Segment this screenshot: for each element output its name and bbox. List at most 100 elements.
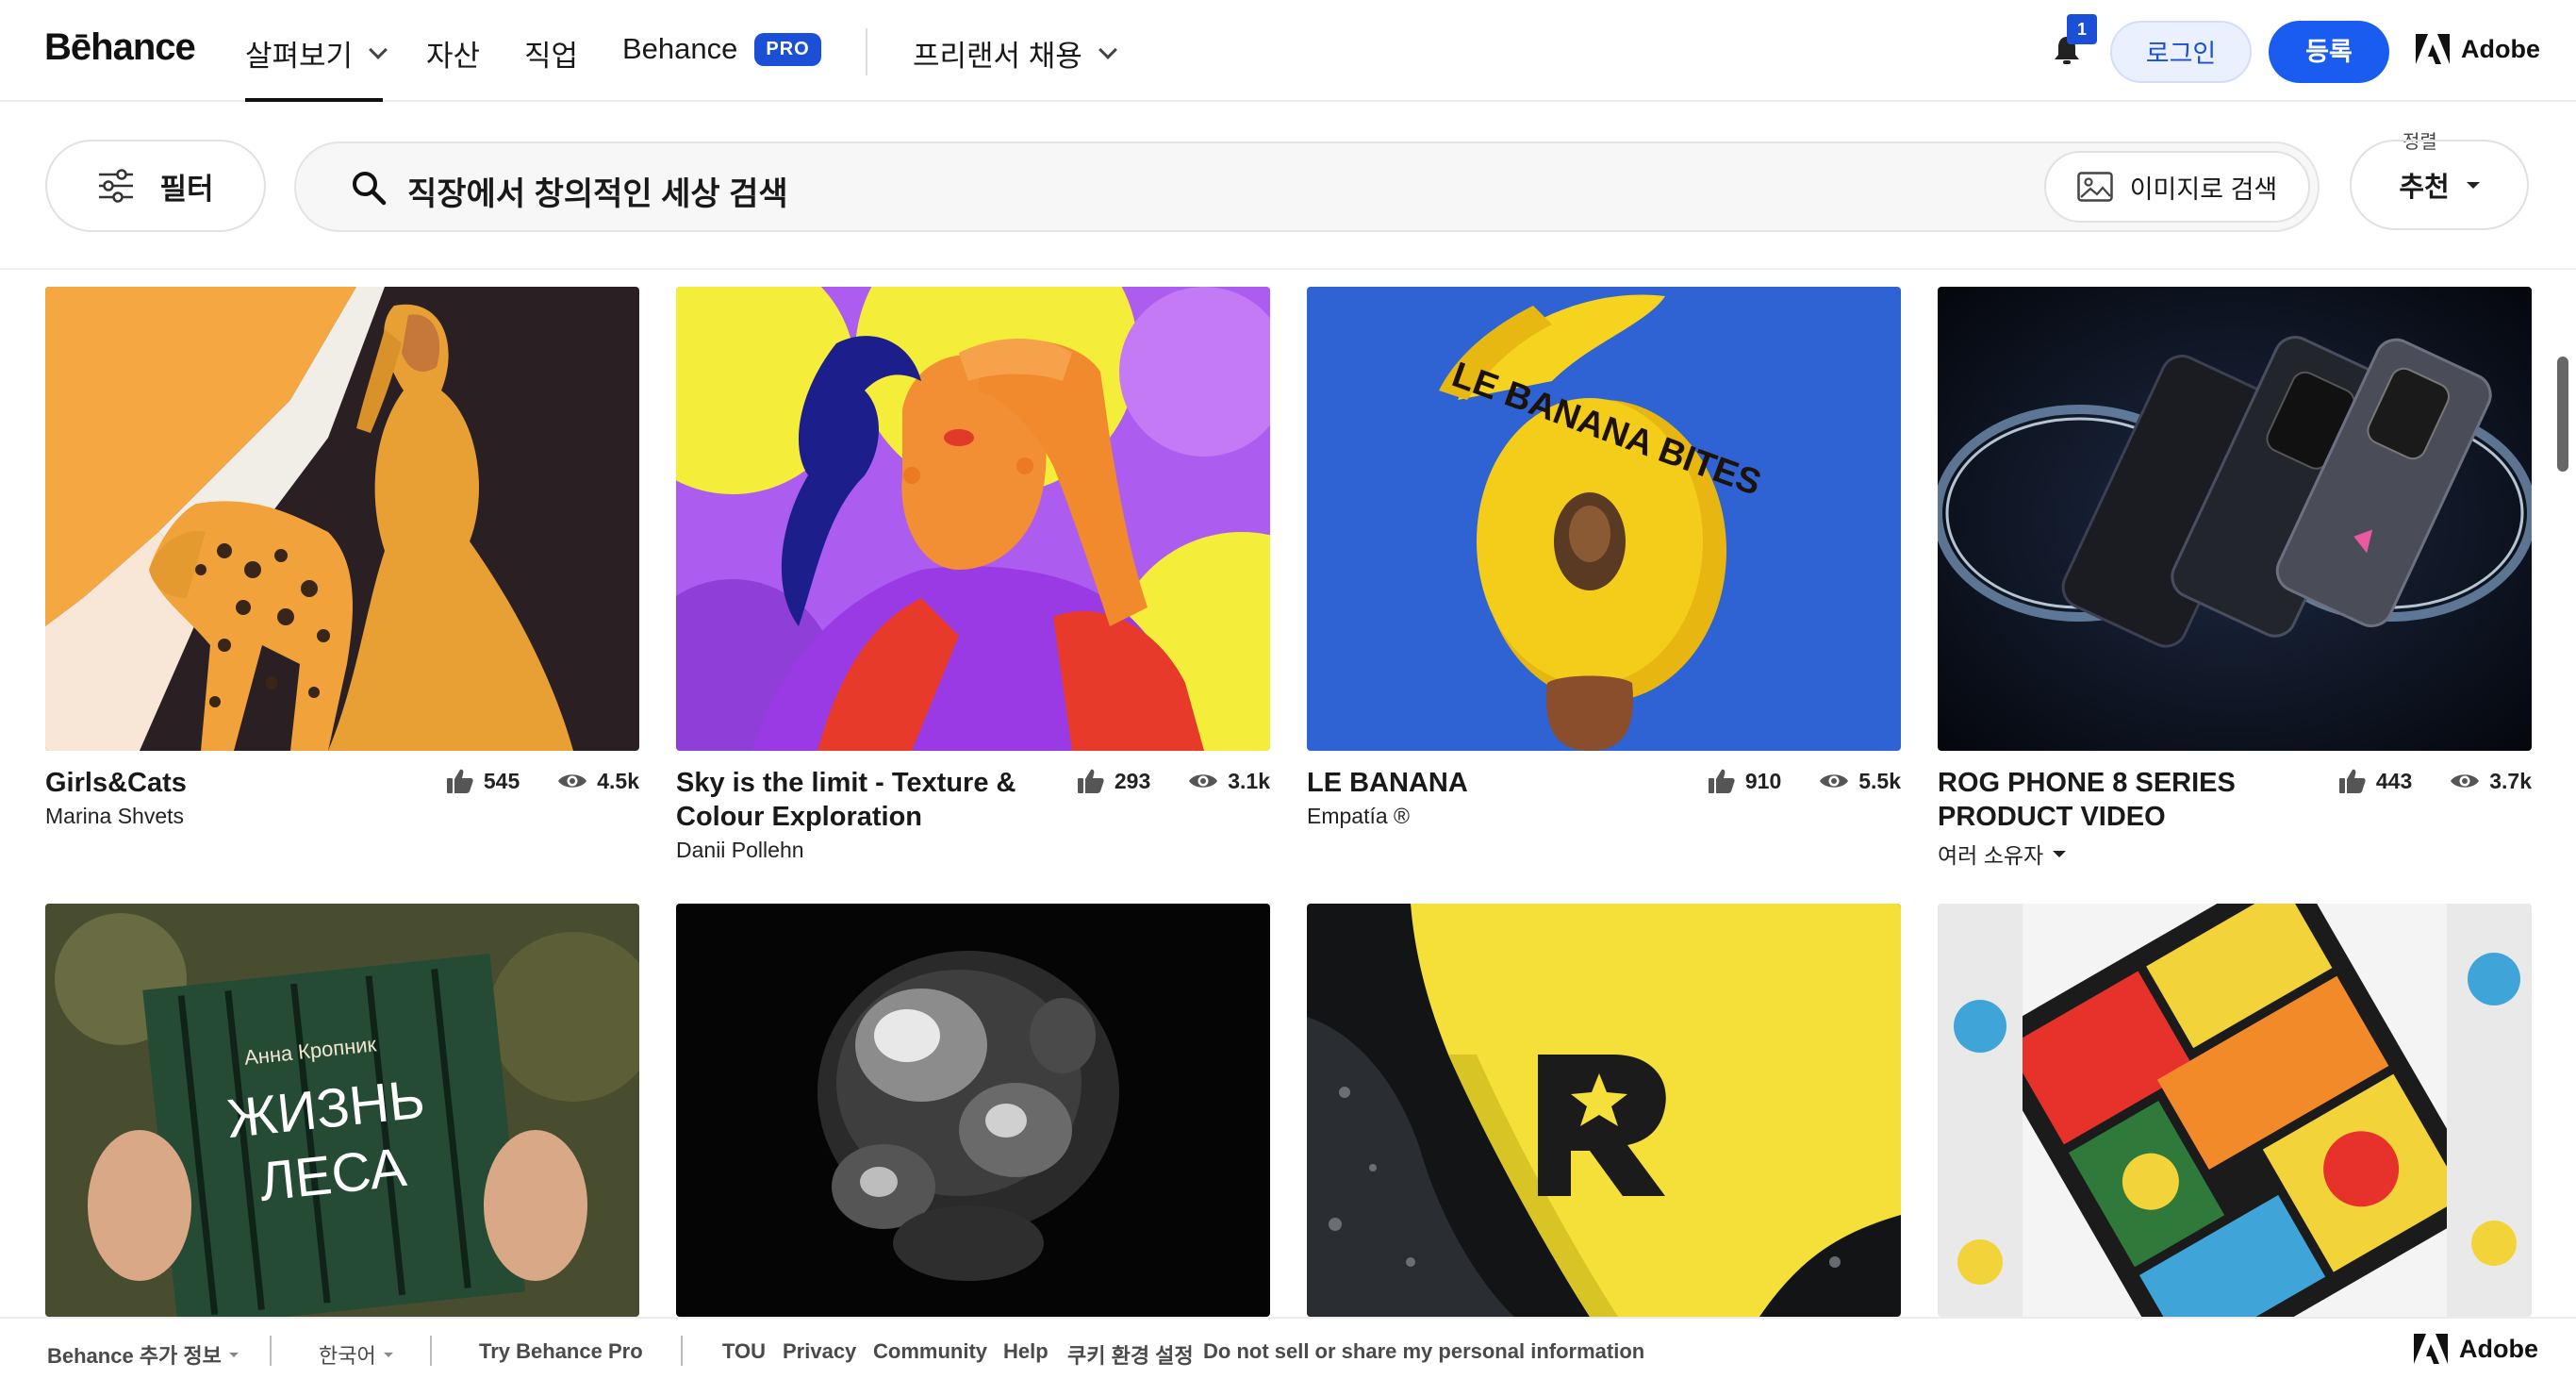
project-card[interactable]: Girls&Cats Marina Shvets 545 4.5k	[45, 287, 639, 828]
caret-down-icon	[229, 1352, 239, 1357]
footer-help-link[interactable]: Help	[1003, 1339, 1049, 1364]
footer-cookie-link[interactable]: 쿠키 환경 설정	[1067, 1339, 1194, 1370]
nav-behance-pro[interactable]: Behance PRO	[622, 32, 821, 66]
project-stats: 910 5.5k	[1708, 768, 1901, 794]
filter-label: 필터	[159, 172, 214, 206]
pro-badge: PRO	[754, 32, 821, 66]
notification-count-badge: 1	[2067, 14, 2097, 44]
nav-hire-freelancers[interactable]: 프리랜서 채용	[913, 32, 1117, 75]
behance-logo[interactable]: Bēhance	[44, 26, 196, 69]
footer-language-select[interactable]: 한국어	[319, 1339, 395, 1370]
footer-more-info[interactable]: Behance 추가 정보	[47, 1339, 240, 1370]
caret-down-icon	[2053, 850, 2067, 857]
le-banana-artwork: LE BANANA BITES	[1307, 287, 1901, 751]
project-thumbnail[interactable]	[1938, 287, 2532, 751]
nav-jobs[interactable]: 직업	[524, 32, 578, 75]
nav-explore-label: 살펴보기	[245, 40, 354, 73]
project-thumbnail[interactable]	[1938, 904, 2532, 1317]
search-query-text: 직장에서 창의적인 세상 검색	[407, 176, 788, 212]
project-title[interactable]: Sky is the limit - Texture & Colour Expl…	[676, 766, 1044, 834]
sky-limit-artwork	[676, 287, 1270, 751]
footer-divider	[430, 1336, 432, 1366]
eye-icon	[2451, 774, 2480, 788]
project-stats: 545 4.5k	[446, 768, 639, 794]
nav-hire-label: 프리랜서 채용	[913, 40, 1082, 73]
project-title[interactable]: LE BANANA	[1307, 766, 1675, 800]
image-search-label: 이미지로 검색	[2129, 174, 2278, 204]
jazz-poster-artwork	[1938, 904, 2532, 1317]
login-button[interactable]: 로그인	[2110, 21, 2252, 83]
search-input[interactable]: 직장에서 창의적인 세상 검색 이미지로 검색	[294, 141, 2320, 232]
footer-tou-link[interactable]: TOU	[722, 1339, 766, 1364]
adobe-logo-icon	[2416, 34, 2450, 64]
nav-explore[interactable]: 살펴보기	[245, 32, 388, 75]
search-icon	[353, 172, 387, 206]
eye-icon	[1189, 774, 1218, 788]
like-count: 910	[1744, 768, 1782, 793]
project-card[interactable]: Sky is the limit - Texture & Colour Expl…	[676, 287, 1270, 862]
eye-icon	[558, 774, 587, 788]
project-card[interactable]: ROG PHONE 8 SERIES PRODUCT VIDEO 여러 소유자 …	[1938, 287, 2532, 868]
chevron-down-icon	[369, 40, 388, 59]
project-owner[interactable]: Marina Shvets	[45, 804, 184, 829]
rog-phone-artwork	[1938, 287, 2532, 751]
project-thumbnail[interactable]: Анна Кропник ЖИЗНЬ ЛЕСА	[45, 904, 639, 1317]
signup-button[interactable]: 등록	[2269, 21, 2389, 83]
sort-dropdown[interactable]: 추천	[2350, 140, 2529, 230]
yellow-towel-artwork	[1307, 904, 1901, 1317]
footer-adobe-link[interactable]: Adobe	[2414, 1334, 2538, 1364]
project-title[interactable]: Girls&Cats	[45, 766, 413, 800]
footer-more-info-label: Behance 추가 정보	[47, 1344, 222, 1368]
image-search-button[interactable]: 이미지로 검색	[2044, 151, 2310, 223]
project-card[interactable]: LE BANANA BITES LE BANANA Empatía ® 910 …	[1307, 287, 1901, 828]
glass-sculpture-artwork	[676, 904, 1270, 1317]
footer: Behance 추가 정보 한국어 Try Behance Pro TOU Pr…	[0, 1317, 2576, 1379]
thumbs-up-icon	[2338, 769, 2366, 793]
eye-icon	[1820, 774, 1849, 788]
like-count: 293	[1114, 768, 1151, 793]
thumbs-up-icon	[1708, 769, 1735, 793]
project-stats: 293 3.1k	[1077, 768, 1270, 794]
project-owner[interactable]: Empatía ®	[1307, 804, 1410, 829]
project-owner: 여러 소유자	[1938, 843, 2044, 868]
project-thumbnail[interactable]	[1307, 904, 1901, 1317]
search-toolbar: 필터 직장에서 창의적인 세상 검색 이미지로 검색	[0, 104, 2576, 270]
sort-value: 추천	[2399, 173, 2450, 203]
nav-behance-pro-label: Behance	[622, 32, 738, 65]
view-count: 5.5k	[1858, 768, 1901, 793]
caret-down-icon	[2466, 181, 2480, 189]
like-count: 443	[2375, 768, 2413, 793]
footer-adobe-label: Adobe	[2459, 1334, 2538, 1363]
filter-sliders-icon	[99, 169, 134, 203]
project-thumbnail[interactable]	[676, 904, 1270, 1317]
footer-try-pro-link[interactable]: Try Behance Pro	[479, 1339, 643, 1364]
nav-assets[interactable]: 자산	[426, 32, 480, 75]
footer-privacy-link[interactable]: Privacy	[783, 1339, 856, 1364]
page-scrollbar-thumb[interactable]	[2557, 357, 2568, 472]
footer-do-not-sell-link[interactable]: Do not sell or share my personal informa…	[1203, 1339, 1644, 1364]
thumbs-up-icon	[1077, 769, 1104, 793]
project-owner-dropdown[interactable]: 여러 소유자	[1938, 838, 2067, 870]
footer-divider	[270, 1336, 272, 1366]
project-owner[interactable]: Danii Pollehn	[676, 838, 804, 863]
girls-cats-artwork	[45, 287, 639, 751]
filter-button[interactable]: 필터	[45, 140, 266, 232]
project-thumbnail[interactable]	[676, 287, 1270, 751]
project-thumbnail[interactable]	[45, 287, 639, 751]
adobe-link[interactable]: Adobe	[2416, 34, 2540, 64]
view-count: 3.1k	[1228, 768, 1270, 793]
thumbs-up-icon	[446, 769, 473, 793]
footer-divider	[681, 1336, 683, 1366]
image-icon	[2076, 172, 2113, 202]
project-stats: 443 3.7k	[2338, 768, 2532, 794]
adobe-logo-icon	[2414, 1334, 2448, 1364]
view-count: 4.5k	[597, 768, 639, 793]
view-count: 3.7k	[2489, 768, 2532, 793]
footer-language-label: 한국어	[319, 1344, 376, 1368]
project-thumbnail[interactable]: LE BANANA BITES	[1307, 287, 1901, 751]
chevron-down-icon	[1098, 40, 1117, 59]
like-count: 545	[483, 768, 520, 793]
footer-community-link[interactable]: Community	[873, 1339, 987, 1364]
active-nav-underline	[245, 98, 383, 102]
project-title[interactable]: ROG PHONE 8 SERIES PRODUCT VIDEO	[1938, 766, 2305, 834]
